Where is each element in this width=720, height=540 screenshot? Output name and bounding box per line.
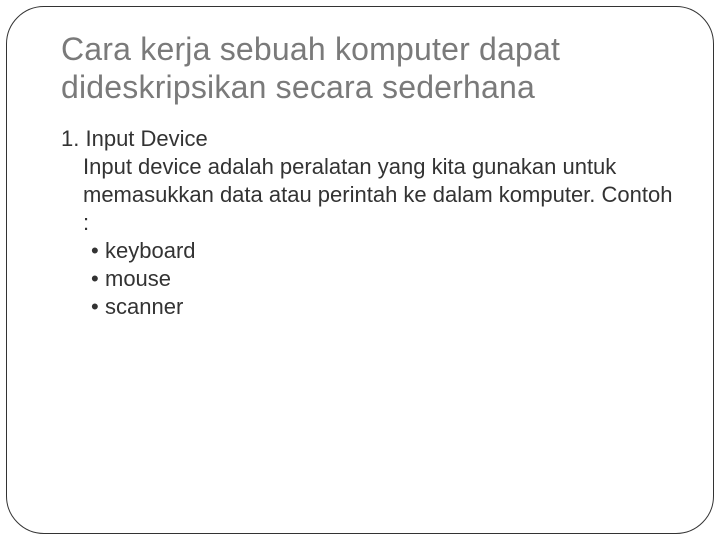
bullet-text: keyboard: [105, 238, 196, 263]
bullet-icon: •: [91, 237, 105, 265]
list-item-header: 1. Input Device: [61, 125, 673, 153]
bullet-text: mouse: [105, 266, 171, 291]
list-item: •scanner: [91, 293, 673, 321]
bullet-icon: •: [91, 265, 105, 293]
slide-frame: Cara kerja sebuah komputer dapat dideskr…: [6, 6, 714, 534]
item-description: Input device adalah peralatan yang kita …: [61, 153, 673, 237]
item-number: 1.: [61, 126, 79, 151]
bullet-text: scanner: [105, 294, 183, 319]
bullet-list: •keyboard •mouse •scanner: [61, 237, 673, 321]
slide-title: Cara kerja sebuah komputer dapat dideskr…: [61, 31, 673, 107]
list-item: •mouse: [91, 265, 673, 293]
bullet-icon: •: [91, 293, 105, 321]
slide-body: 1. Input Device Input device adalah pera…: [61, 125, 673, 322]
item-name: Input Device: [85, 126, 207, 151]
list-item: •keyboard: [91, 237, 673, 265]
